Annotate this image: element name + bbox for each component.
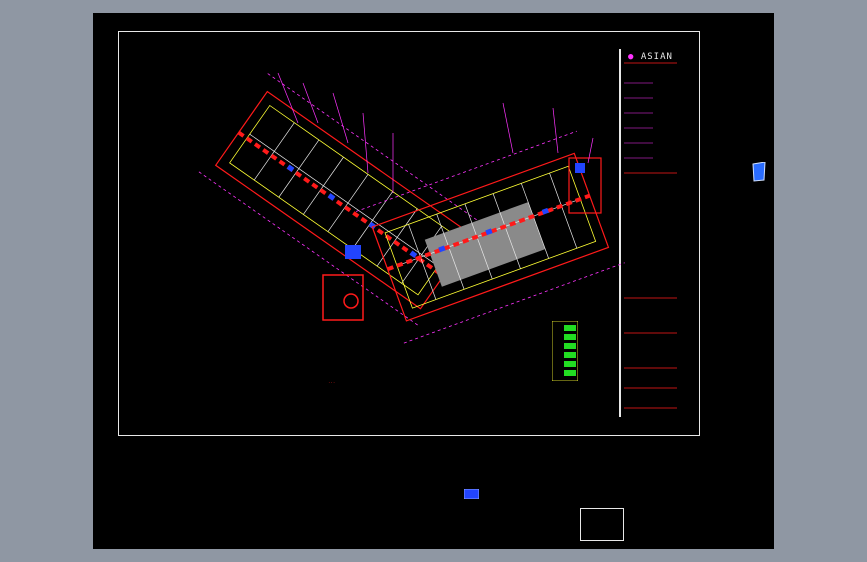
title-block-lines: [624, 62, 677, 409]
dimension-leaders: [277, 72, 594, 193]
plan-title: ...: [328, 379, 336, 384]
color-legend: [552, 321, 578, 381]
cad-model-space[interactable]: ● ASIAN ...: [93, 13, 774, 549]
title-block-table: [624, 82, 653, 159]
view-cube-icon[interactable]: [752, 162, 766, 182]
viewport-frame: [580, 508, 624, 541]
ucs-icon: [464, 489, 479, 499]
floor-plan-drawing: [198, 62, 677, 409]
annex: [568, 157, 602, 214]
